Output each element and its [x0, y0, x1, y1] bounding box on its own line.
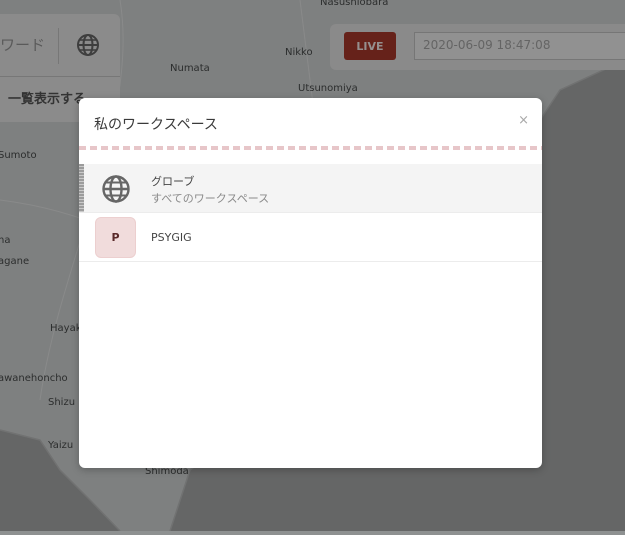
globe-icon [101, 174, 131, 204]
workspace-name: グローブ [151, 175, 195, 188]
header-divider [79, 146, 542, 150]
workspace-name: PSYGIG [151, 231, 192, 244]
workspace-modal: 私のワークスペース × グローブ すべてのワークスペース P PSYGIG [79, 98, 542, 468]
workspace-subtitle: すべてのワークスペース [151, 192, 270, 205]
close-icon[interactable]: × [518, 113, 529, 128]
workspace-item-psygig[interactable]: P PSYGIG [79, 213, 542, 262]
workspace-avatar: P [95, 217, 136, 258]
modal-header: 私のワークスペース × [79, 98, 542, 148]
modal-title: 私のワークスペース [94, 117, 218, 133]
workspace-item-global[interactable]: グローブ すべてのワークスペース [79, 164, 542, 213]
workspace-list: グローブ すべてのワークスペース P PSYGIG [79, 164, 542, 262]
